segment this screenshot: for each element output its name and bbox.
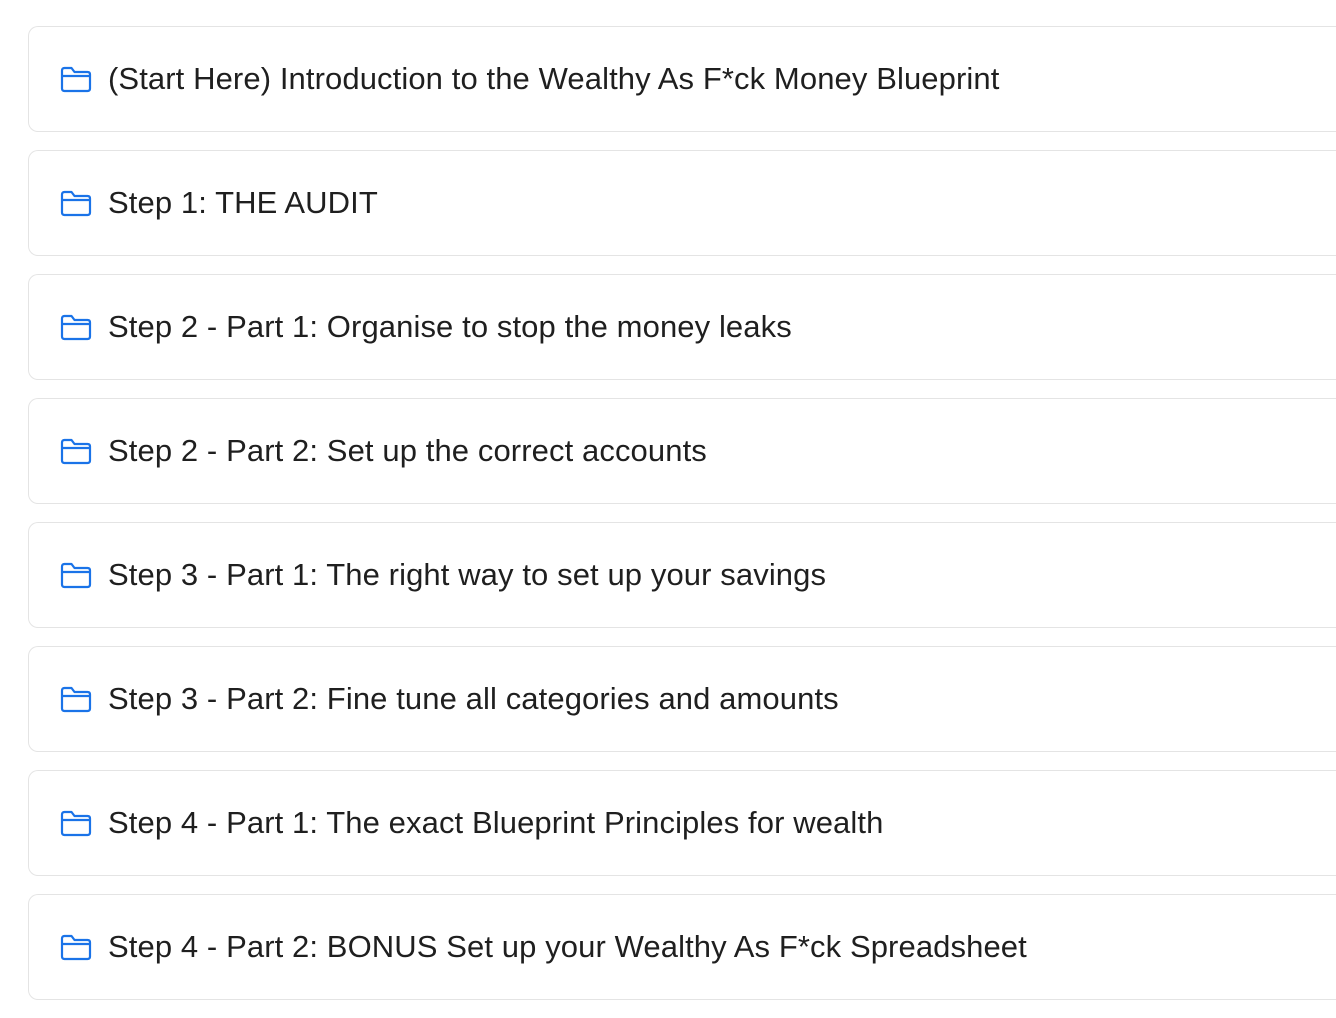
module-title: Step 2 - Part 1: Organise to stop the mo… bbox=[108, 309, 792, 344]
folder-icon bbox=[60, 437, 92, 465]
module-list: (Start Here) Introduction to the Wealthy… bbox=[28, 26, 1336, 1000]
module-title: Step 2 - Part 2: Set up the correct acco… bbox=[108, 433, 707, 468]
module-title: Step 3 - Part 2: Fine tune all categorie… bbox=[108, 681, 839, 716]
module-row-step-4-part-1[interactable]: Step 4 - Part 1: The exact Blueprint Pri… bbox=[28, 770, 1336, 876]
module-title: Step 1: THE AUDIT bbox=[108, 185, 378, 220]
folder-icon bbox=[60, 685, 92, 713]
module-row-step-2-part-1[interactable]: Step 2 - Part 1: Organise to stop the mo… bbox=[28, 274, 1336, 380]
module-title: Step 3 - Part 1: The right way to set up… bbox=[108, 557, 827, 592]
folder-icon bbox=[60, 809, 92, 837]
module-row-step-4-part-2[interactable]: Step 4 - Part 2: BONUS Set up your Wealt… bbox=[28, 894, 1336, 1000]
module-title: (Start Here) Introduction to the Wealthy… bbox=[108, 61, 1000, 96]
folder-icon bbox=[60, 561, 92, 589]
module-row-step-2-part-2[interactable]: Step 2 - Part 2: Set up the correct acco… bbox=[28, 398, 1336, 504]
module-row-step-3-part-2[interactable]: Step 3 - Part 2: Fine tune all categorie… bbox=[28, 646, 1336, 752]
folder-icon bbox=[60, 65, 92, 93]
folder-icon bbox=[60, 189, 92, 217]
folder-icon bbox=[60, 313, 92, 341]
folder-icon bbox=[60, 933, 92, 961]
module-row-step-3-part-1[interactable]: Step 3 - Part 1: The right way to set up… bbox=[28, 522, 1336, 628]
module-title: Step 4 - Part 1: The exact Blueprint Pri… bbox=[108, 805, 884, 840]
module-row-intro[interactable]: (Start Here) Introduction to the Wealthy… bbox=[28, 26, 1336, 132]
module-row-step-1[interactable]: Step 1: THE AUDIT bbox=[28, 150, 1336, 256]
module-title: Step 4 - Part 2: BONUS Set up your Wealt… bbox=[108, 929, 1027, 964]
